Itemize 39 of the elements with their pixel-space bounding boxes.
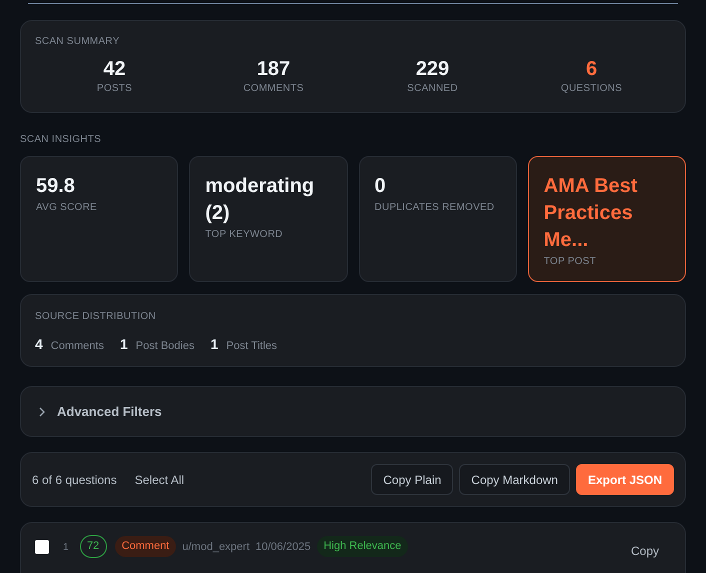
source-count: 1	[210, 335, 218, 354]
stat-label: SCANNED	[407, 82, 458, 96]
advanced-filters-toggle[interactable]: Advanced Filters	[20, 386, 686, 437]
stat-value: 229	[416, 57, 450, 81]
insight-label: AVG SCORE	[36, 201, 98, 215]
toolbar-button[interactable]: Copy Markdown	[459, 464, 570, 495]
insight-value: AMA Best Practices Me...	[544, 174, 638, 253]
stat-label: COMMENTS	[243, 82, 304, 96]
source-count: 4	[35, 335, 43, 354]
stat-value: 6	[586, 57, 598, 81]
score-badge: 72	[80, 535, 107, 558]
insight-label: DUPLICATES REMOVED	[374, 201, 496, 215]
section-title: SOURCE DISTRIBUTION	[35, 310, 157, 324]
section-title: SCAN INSIGHTS	[20, 133, 102, 147]
stat-value: 187	[256, 57, 290, 81]
date: 10/06/2025	[256, 540, 311, 555]
stat-label: POSTS	[96, 82, 132, 96]
section-title: SCAN SUMMARY	[35, 35, 120, 49]
checkbox[interactable]	[35, 540, 49, 554]
source-count: 1	[120, 335, 128, 354]
toolbar-button[interactable]: Copy Plain	[371, 464, 454, 495]
chevron-icon	[37, 406, 47, 416]
source-label: Post Bodies	[136, 339, 194, 354]
relevance-tag: High Relevance	[316, 536, 408, 557]
insight-value: 0	[374, 174, 387, 199]
stat-label: QUESTIONS	[560, 82, 622, 96]
insight-value: moderating (2)	[205, 174, 316, 226]
select-all-link[interactable]: Select All	[134, 470, 184, 488]
question-index: 1	[63, 541, 69, 555]
source-tag: Comment	[114, 536, 176, 557]
stat-value: 42	[103, 57, 126, 81]
copy-button[interactable]: Copy	[630, 542, 659, 560]
source-label: Comments	[50, 339, 104, 354]
question-count: 6 of 6 questions	[32, 472, 117, 488]
insight-label: TOP POST	[544, 255, 597, 269]
insight-value: 59.8	[36, 174, 76, 199]
insight-label: TOP KEYWORD	[205, 228, 284, 242]
source-label: Post Titles	[226, 339, 278, 354]
author: u/mod_expert	[182, 540, 250, 555]
